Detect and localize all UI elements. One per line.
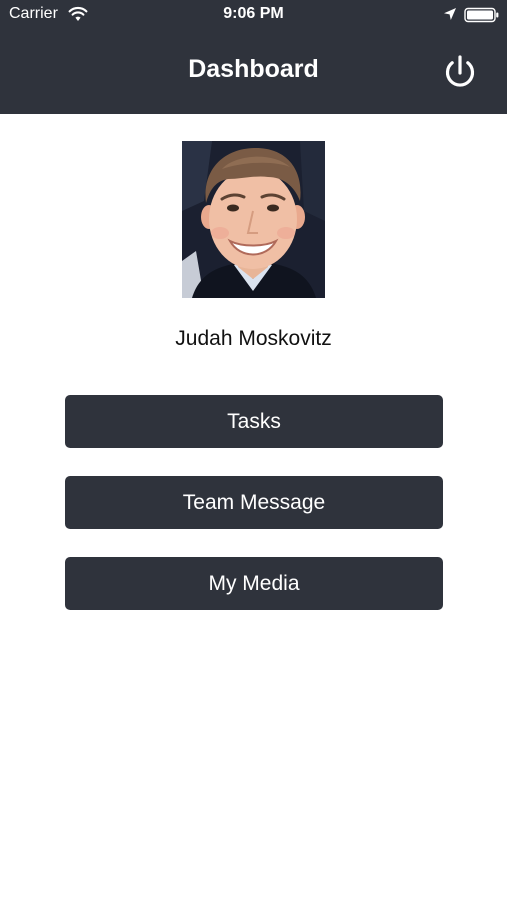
status-time: 9:06 PM	[223, 5, 284, 22]
logout-button[interactable]	[440, 52, 480, 92]
page-title: Dashboard	[188, 55, 319, 83]
profile-photo	[182, 141, 325, 298]
avatar	[182, 141, 325, 298]
status-bar: Carrier 9:06 PM	[0, 0, 507, 30]
tasks-button[interactable]: Tasks	[65, 395, 443, 448]
dashboard-screen: Carrier 9:06 PM Dashboard Judah Moskovit…	[0, 0, 507, 900]
header: Carrier 9:06 PM Dashboard	[0, 0, 507, 114]
user-name: Judah Moskovitz	[175, 327, 332, 350]
location-icon	[444, 8, 456, 20]
team-message-button[interactable]: Team Message	[65, 476, 443, 529]
my-media-button[interactable]: My Media	[65, 557, 443, 610]
power-icon	[445, 55, 475, 87]
battery-icon	[464, 7, 499, 23]
